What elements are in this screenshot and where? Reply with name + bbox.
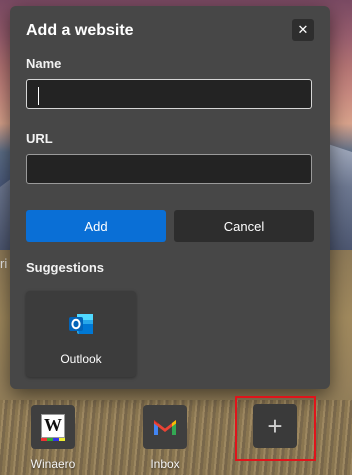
quick-link-label: Inbox xyxy=(150,457,180,471)
cancel-button[interactable]: Cancel xyxy=(174,210,314,242)
dialog-title: Add a website xyxy=(26,22,134,39)
gmail-icon xyxy=(154,420,176,435)
quick-link-inbox[interactable] xyxy=(143,405,187,449)
suggestion-tile-outlook[interactable]: Outlook xyxy=(26,291,136,377)
suggestions-heading: Suggestions xyxy=(26,260,105,275)
close-icon: ✕ xyxy=(297,22,309,37)
suggestion-label: Outlook xyxy=(60,352,102,366)
quick-link-label: Winaero xyxy=(30,457,76,471)
close-button[interactable]: ✕ xyxy=(292,19,314,41)
quick-link-winaero[interactable]: W xyxy=(31,405,75,449)
url-input[interactable] xyxy=(26,154,312,184)
name-label: Name xyxy=(26,56,62,71)
winaero-icon-stripe xyxy=(41,438,65,441)
partial-text: ri xyxy=(0,256,8,271)
url-label: URL xyxy=(26,131,53,146)
winaero-icon: W xyxy=(41,414,65,438)
text-caret xyxy=(38,87,39,105)
add-button[interactable]: Add xyxy=(26,210,166,242)
outlook-icon xyxy=(69,314,93,334)
red-highlight-box xyxy=(235,396,316,461)
name-input[interactable] xyxy=(26,79,312,109)
add-website-dialog: Add a website ✕ Name URL Add Cancel Sugg… xyxy=(10,6,330,389)
